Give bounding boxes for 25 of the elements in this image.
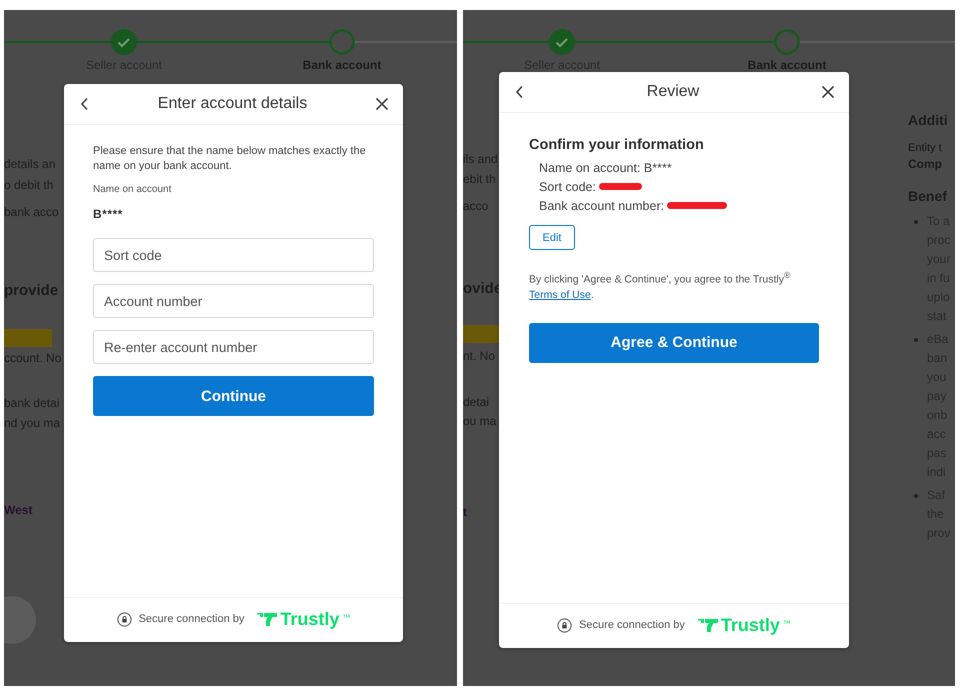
continue-button[interactable]: Continue	[93, 376, 374, 416]
consent-text: By clicking 'Agree & Continue', you agree to the Trustly$^{®}$ Terms of Use.	[529, 269, 792, 302]
trademark-mark: ™	[342, 612, 350, 622]
brand-name: Trustly	[280, 608, 340, 630]
field-label: Name on account	[93, 184, 172, 195]
info-line: Name on account: B****	[539, 160, 672, 174]
input-field[interactable]: Account number	[93, 284, 374, 318]
secure-text: Secure connection by	[579, 619, 685, 631]
info-line: Sort code:	[539, 180, 642, 194]
instruction-text: Please ensure that the name below matches exactly the name on your bank account.	[93, 144, 367, 174]
info-line: Bank account number:	[539, 198, 728, 212]
input-field[interactable]: Sort code	[93, 238, 374, 272]
secure-text: Secure connection by	[138, 613, 244, 625]
edit-button[interactable]: Edit	[529, 225, 575, 250]
terms-link[interactable]: Terms of Use	[529, 288, 591, 300]
bank-name: t	[463, 504, 467, 521]
section-heading: Confirm your information	[529, 137, 705, 153]
brand-name: Trustly	[720, 614, 780, 636]
input-field[interactable]: Re-enter account number	[93, 330, 374, 364]
trademark-mark: ™	[782, 618, 791, 628]
dialog-title: Review	[646, 83, 700, 101]
dialog-title: Enter account details	[158, 95, 308, 113]
agree-button[interactable]: Agree & Continue	[529, 322, 819, 362]
account-name: B****	[93, 207, 124, 221]
bank-name: West	[4, 502, 32, 519]
